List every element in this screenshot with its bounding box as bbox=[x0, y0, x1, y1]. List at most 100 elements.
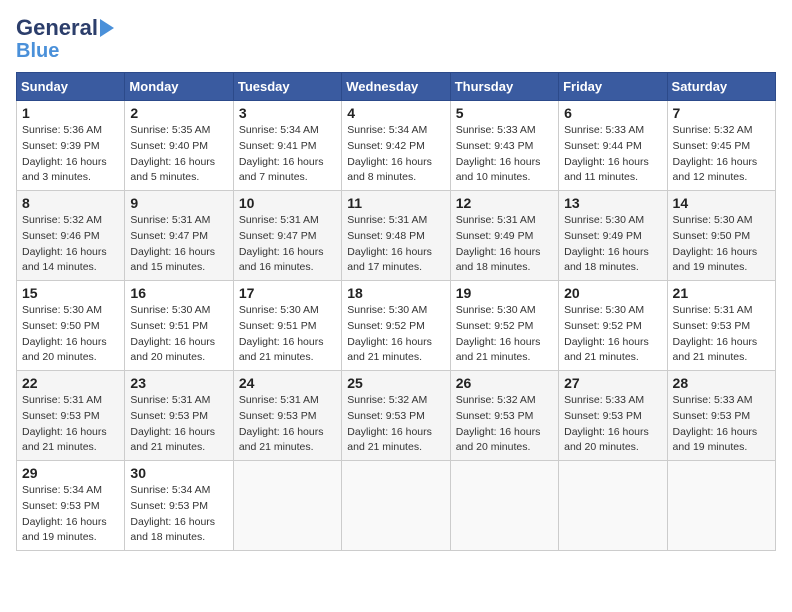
day-info: Sunrise: 5:31 AM Sunset: 9:53 PM Dayligh… bbox=[673, 303, 770, 366]
day-info: Sunrise: 5:31 AM Sunset: 9:53 PM Dayligh… bbox=[130, 393, 227, 456]
day-info: Sunrise: 5:34 AM Sunset: 9:41 PM Dayligh… bbox=[239, 123, 336, 186]
day-number: 15 bbox=[22, 285, 119, 301]
day-info: Sunrise: 5:30 AM Sunset: 9:50 PM Dayligh… bbox=[22, 303, 119, 366]
calendar-day-cell: 22Sunrise: 5:31 AM Sunset: 9:53 PM Dayli… bbox=[17, 371, 125, 461]
calendar-day-cell: 21 Sunrise: 5:31 AM Sunset: 9:53 PM Dayli… bbox=[667, 281, 775, 371]
calendar-day-cell: 7 Sunrise: 5:32 AM Sunset: 9:45 PM Daylig… bbox=[667, 101, 775, 191]
day-number: 26 bbox=[456, 375, 553, 391]
day-info: Sunrise: 5:31 AM Sunset: 9:53 PM Dayligh… bbox=[239, 393, 336, 456]
day-info: Sunrise: 5:31 AM Sunset: 9:47 PM Dayligh… bbox=[130, 213, 227, 276]
calendar-empty-cell bbox=[233, 461, 341, 551]
day-number: 9 bbox=[130, 195, 227, 211]
calendar-empty-cell bbox=[559, 461, 667, 551]
calendar-day-cell: 27 Sunrise: 5:33 AM Sunset: 9:53 PM Dayli… bbox=[559, 371, 667, 461]
day-info: Sunrise: 5:30 AM Sunset: 9:52 PM Dayligh… bbox=[456, 303, 553, 366]
day-number: 13 bbox=[564, 195, 661, 211]
day-number: 8 bbox=[22, 195, 119, 211]
header-wednesday: Wednesday bbox=[342, 73, 450, 101]
calendar-day-cell: 5Sunrise: 5:33 AM Sunset: 9:43 PM Daylig… bbox=[450, 101, 558, 191]
day-info: Sunrise: 5:31 AM Sunset: 9:47 PM Dayligh… bbox=[239, 213, 336, 276]
day-info: Sunrise: 5:30 AM Sunset: 9:52 PM Dayligh… bbox=[564, 303, 661, 366]
calendar-day-cell: 30 Sunrise: 5:34 AM Sunset: 9:53 PM Dayli… bbox=[125, 461, 233, 551]
page-header: General Blue bbox=[16, 16, 776, 62]
day-info: Sunrise: 5:30 AM Sunset: 9:52 PM Dayligh… bbox=[347, 303, 444, 366]
header-monday: Monday bbox=[125, 73, 233, 101]
day-number: 14 bbox=[673, 195, 770, 211]
calendar-day-cell: 2Sunrise: 5:35 AM Sunset: 9:40 PM Daylig… bbox=[125, 101, 233, 191]
day-number: 6 bbox=[564, 105, 661, 121]
day-number: 24 bbox=[239, 375, 336, 391]
day-number: 28 bbox=[673, 375, 770, 391]
day-info: Sunrise: 5:33 AM Sunset: 9:43 PM Dayligh… bbox=[456, 123, 553, 186]
logo-text-general: General bbox=[16, 16, 98, 40]
calendar-day-cell: 6Sunrise: 5:33 AM Sunset: 9:44 PM Daylig… bbox=[559, 101, 667, 191]
day-number: 29 bbox=[22, 465, 119, 481]
day-number: 23 bbox=[130, 375, 227, 391]
day-number: 7 bbox=[673, 105, 770, 121]
calendar-day-cell: 4Sunrise: 5:34 AM Sunset: 9:42 PM Daylig… bbox=[342, 101, 450, 191]
day-number: 4 bbox=[347, 105, 444, 121]
calendar-day-cell: 14 Sunrise: 5:30 AM Sunset: 9:50 PM Dayli… bbox=[667, 191, 775, 281]
day-number: 11 bbox=[347, 195, 444, 211]
calendar-day-cell: 25Sunrise: 5:32 AM Sunset: 9:53 PM Dayli… bbox=[342, 371, 450, 461]
calendar-day-cell: 9 Sunrise: 5:31 AM Sunset: 9:47 PM Daylig… bbox=[125, 191, 233, 281]
day-info: Sunrise: 5:34 AM Sunset: 9:53 PM Dayligh… bbox=[130, 483, 227, 546]
day-info: Sunrise: 5:30 AM Sunset: 9:50 PM Dayligh… bbox=[673, 213, 770, 276]
day-info: Sunrise: 5:33 AM Sunset: 9:53 PM Dayligh… bbox=[564, 393, 661, 456]
calendar-day-cell: 1 Sunrise: 5:36 AM Sunset: 9:39 PM Daylig… bbox=[17, 101, 125, 191]
day-info: Sunrise: 5:31 AM Sunset: 9:49 PM Dayligh… bbox=[456, 213, 553, 276]
day-number: 3 bbox=[239, 105, 336, 121]
calendar-week-row: 8 Sunrise: 5:32 AM Sunset: 9:46 PM Daylig… bbox=[17, 191, 776, 281]
calendar-day-cell: 12 Sunrise: 5:31 AM Sunset: 9:49 PM Dayli… bbox=[450, 191, 558, 281]
calendar-week-row: 1 Sunrise: 5:36 AM Sunset: 9:39 PM Daylig… bbox=[17, 101, 776, 191]
day-info: Sunrise: 5:31 AM Sunset: 9:53 PM Dayligh… bbox=[22, 393, 119, 456]
calendar-day-cell: 11 Sunrise: 5:31 AM Sunset: 9:48 PM Dayli… bbox=[342, 191, 450, 281]
calendar-day-cell: 18Sunrise: 5:30 AM Sunset: 9:52 PM Dayli… bbox=[342, 281, 450, 371]
calendar-day-cell: 28Sunrise: 5:33 AM Sunset: 9:53 PM Dayli… bbox=[667, 371, 775, 461]
calendar-day-cell: 8 Sunrise: 5:32 AM Sunset: 9:46 PM Daylig… bbox=[17, 191, 125, 281]
calendar-day-cell: 10 Sunrise: 5:31 AM Sunset: 9:47 PM Dayli… bbox=[233, 191, 341, 281]
logo-arrow-icon bbox=[100, 19, 114, 37]
calendar-header-row: SundayMondayTuesdayWednesdayThursdayFrid… bbox=[17, 73, 776, 101]
header-friday: Friday bbox=[559, 73, 667, 101]
calendar-empty-cell bbox=[667, 461, 775, 551]
day-info: Sunrise: 5:32 AM Sunset: 9:53 PM Dayligh… bbox=[456, 393, 553, 456]
day-number: 1 bbox=[22, 105, 119, 121]
day-number: 19 bbox=[456, 285, 553, 301]
calendar-day-cell: 15 Sunrise: 5:30 AM Sunset: 9:50 PM Dayli… bbox=[17, 281, 125, 371]
logo-text-blue: Blue bbox=[16, 40, 59, 62]
day-number: 30 bbox=[130, 465, 227, 481]
calendar-day-cell: 20Sunrise: 5:30 AM Sunset: 9:52 PM Dayli… bbox=[559, 281, 667, 371]
calendar-week-row: 22Sunrise: 5:31 AM Sunset: 9:53 PM Dayli… bbox=[17, 371, 776, 461]
logo: General Blue bbox=[16, 16, 114, 62]
day-info: Sunrise: 5:30 AM Sunset: 9:51 PM Dayligh… bbox=[130, 303, 227, 366]
day-number: 17 bbox=[239, 285, 336, 301]
day-info: Sunrise: 5:36 AM Sunset: 9:39 PM Dayligh… bbox=[22, 123, 119, 186]
calendar-day-cell: 16Sunrise: 5:30 AM Sunset: 9:51 PM Dayli… bbox=[125, 281, 233, 371]
day-number: 12 bbox=[456, 195, 553, 211]
calendar-day-cell: 29 Sunrise: 5:34 AM Sunset: 9:53 PM Dayli… bbox=[17, 461, 125, 551]
calendar-day-cell: 23 Sunrise: 5:31 AM Sunset: 9:53 PM Dayli… bbox=[125, 371, 233, 461]
calendar-week-row: 29 Sunrise: 5:34 AM Sunset: 9:53 PM Dayli… bbox=[17, 461, 776, 551]
calendar-day-cell: 13Sunrise: 5:30 AM Sunset: 9:49 PM Dayli… bbox=[559, 191, 667, 281]
calendar-day-cell: 19 Sunrise: 5:30 AM Sunset: 9:52 PM Dayli… bbox=[450, 281, 558, 371]
calendar-day-cell: 26 Sunrise: 5:32 AM Sunset: 9:53 PM Dayli… bbox=[450, 371, 558, 461]
day-info: Sunrise: 5:35 AM Sunset: 9:40 PM Dayligh… bbox=[130, 123, 227, 186]
calendar-day-cell: 24 Sunrise: 5:31 AM Sunset: 9:53 PM Dayli… bbox=[233, 371, 341, 461]
day-info: Sunrise: 5:32 AM Sunset: 9:46 PM Dayligh… bbox=[22, 213, 119, 276]
day-number: 21 bbox=[673, 285, 770, 301]
calendar-day-cell: 17 Sunrise: 5:30 AM Sunset: 9:51 PM Dayli… bbox=[233, 281, 341, 371]
header-sunday: Sunday bbox=[17, 73, 125, 101]
day-info: Sunrise: 5:32 AM Sunset: 9:45 PM Dayligh… bbox=[673, 123, 770, 186]
day-info: Sunrise: 5:31 AM Sunset: 9:48 PM Dayligh… bbox=[347, 213, 444, 276]
day-info: Sunrise: 5:34 AM Sunset: 9:53 PM Dayligh… bbox=[22, 483, 119, 546]
header-tuesday: Tuesday bbox=[233, 73, 341, 101]
day-number: 27 bbox=[564, 375, 661, 391]
calendar-table: SundayMondayTuesdayWednesdayThursdayFrid… bbox=[16, 72, 776, 551]
calendar-week-row: 15 Sunrise: 5:30 AM Sunset: 9:50 PM Dayli… bbox=[17, 281, 776, 371]
day-info: Sunrise: 5:32 AM Sunset: 9:53 PM Dayligh… bbox=[347, 393, 444, 456]
day-info: Sunrise: 5:30 AM Sunset: 9:51 PM Dayligh… bbox=[239, 303, 336, 366]
day-number: 10 bbox=[239, 195, 336, 211]
calendar-day-cell: 3 Sunrise: 5:34 AM Sunset: 9:41 PM Daylig… bbox=[233, 101, 341, 191]
calendar-empty-cell bbox=[342, 461, 450, 551]
